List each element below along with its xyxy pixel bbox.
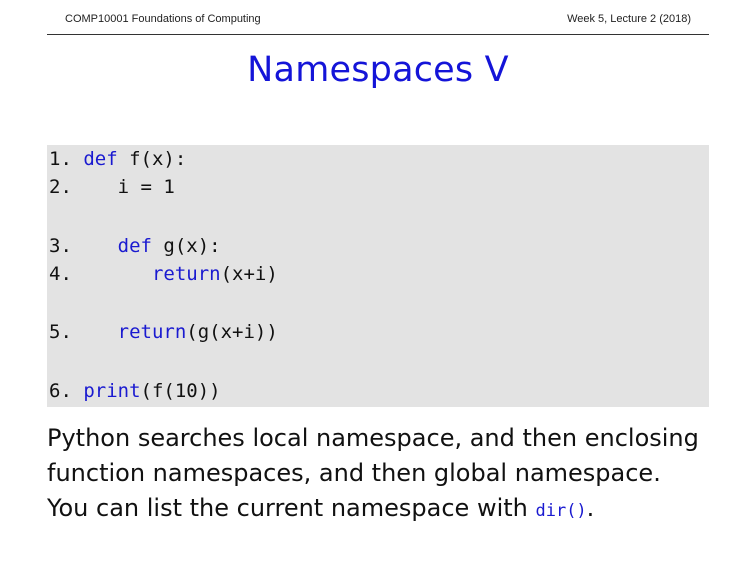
line-number: 1. [49,148,72,170]
line-number: 2. [49,176,72,198]
code-line-5: 5. return(g(x+i)) [49,321,278,343]
code-line-4: 4. return(x+i) [49,263,278,285]
code-text: (x+i) [220,263,278,285]
code-line-6: 6. print(f(10)) [49,380,221,402]
code-keyword: return [117,321,187,343]
course-name: COMP10001 Foundations of Computing [65,13,261,25]
slide-header: COMP10001 Foundations of Computing Week … [47,8,709,35]
code-keyword: def [83,148,118,170]
lecture-info: Week 5, Lecture 2 (2018) [567,13,691,25]
line-number: 4. [49,263,72,285]
slide-title: Namespaces V [247,50,509,90]
explanation-text: Python searches local namespace, and the… [47,421,727,529]
explanation-line-3: You can list the current namespace with … [47,494,595,522]
code-text: (f(10)) [140,380,221,402]
line-number: 3. [49,235,72,257]
code-keyword: print [83,380,141,402]
explanation-line-1: Python searches local namespace, and the… [47,424,699,452]
code-keyword: return [151,263,221,285]
code-line-2: 2. i = 1 [49,176,175,198]
code-text: i = 1 [117,176,175,198]
code-text: (g(x+i)) [186,321,278,343]
slide: COMP10001 Foundations of Computing Week … [0,0,756,567]
explanation-line-2: function namespaces, and then global nam… [47,459,661,487]
inline-code-dir: dir() [535,501,587,521]
code-text: f(x): [117,148,187,170]
code-keyword: def [117,235,152,257]
code-block: 1. def f(x): 2. i = 1 3. def g(x): 4. re… [47,145,709,407]
code-text: g(x): [151,235,221,257]
line-number: 5. [49,321,72,343]
code-line-1: 1. def f(x): [49,148,186,170]
line-number: 6. [49,380,72,402]
code-line-3: 3. def g(x): [49,235,221,257]
